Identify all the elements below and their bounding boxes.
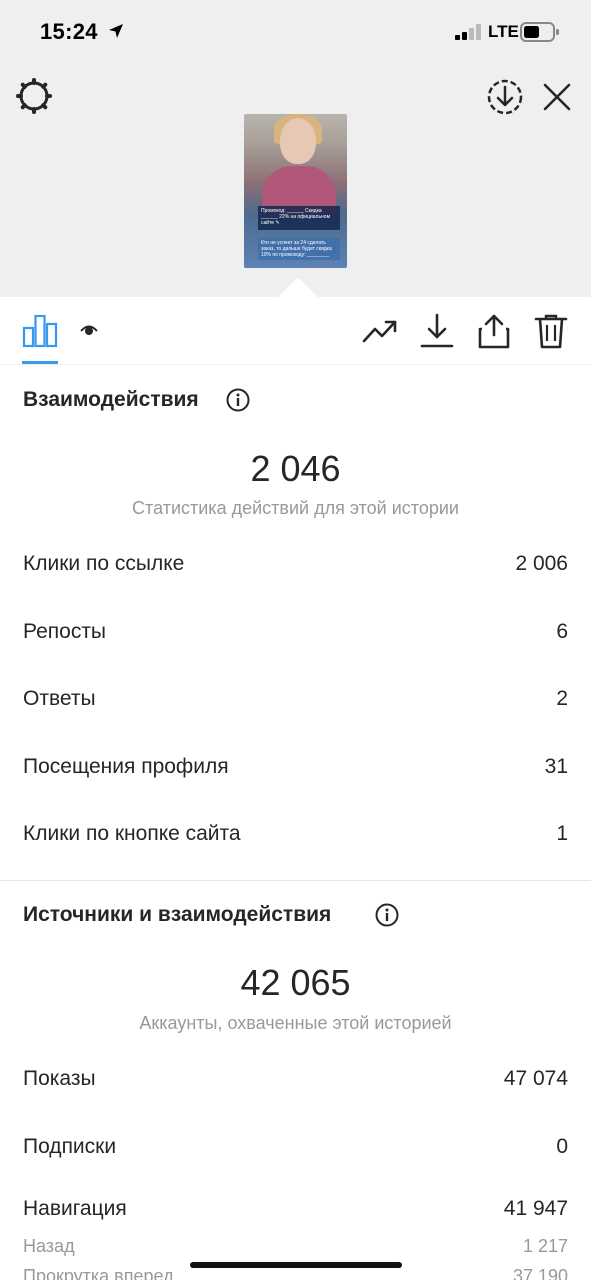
thumbnail-discount-text: Кто не успеет за 24 сделать заказ, то да… bbox=[258, 238, 340, 260]
story-toolbar bbox=[0, 297, 591, 365]
section-divider bbox=[0, 880, 591, 881]
stat-value: 0 bbox=[556, 1135, 568, 1158]
stat-row-shares: Репосты 6 bbox=[23, 620, 568, 650]
stat-row-follows: Подписки 0 bbox=[23, 1135, 568, 1165]
settings-icon[interactable] bbox=[14, 76, 54, 116]
info-icon[interactable] bbox=[375, 903, 399, 927]
stat-label: Посещения профиля bbox=[23, 755, 229, 778]
trash-icon[interactable] bbox=[533, 313, 569, 349]
stat-label: Клики по кнопке сайта bbox=[23, 822, 241, 845]
interactions-title: Взаимодействия bbox=[23, 388, 199, 411]
stat-row-navigation: Навигация 41 947 bbox=[23, 1197, 568, 1227]
discovery-title: Источники и взаимодействия bbox=[23, 903, 332, 926]
stat-row-website-clicks: Клики по кнопке сайта 1 bbox=[23, 822, 568, 852]
thumbnail-face bbox=[280, 118, 316, 164]
trend-icon[interactable] bbox=[362, 313, 398, 349]
stat-value: 6 bbox=[556, 620, 568, 643]
stat-label: Репосты bbox=[23, 620, 107, 643]
signal-icon bbox=[455, 24, 481, 40]
stat-label: Навигация bbox=[23, 1197, 127, 1220]
interactions-caption: Статистика действий для этой истории bbox=[132, 498, 459, 518]
story-header-area: 15:24 LTE Промокод: ______ Скидка ______… bbox=[0, 0, 591, 297]
stat-value: 2 bbox=[556, 687, 568, 710]
battery-icon bbox=[520, 22, 559, 42]
share-icon[interactable] bbox=[476, 313, 512, 349]
stat-value: 1 bbox=[556, 822, 568, 845]
insights-bar-icon[interactable] bbox=[22, 312, 58, 348]
close-icon[interactable] bbox=[538, 78, 576, 116]
stat-sub-value: 37 190 bbox=[512, 1266, 568, 1280]
stat-row-impressions: Показы 47 074 bbox=[23, 1067, 568, 1097]
stat-row-forward: Прокрутка вперед 37 190 bbox=[23, 1266, 568, 1280]
status-bar: 15:24 LTE bbox=[0, 0, 591, 64]
stat-label: Показы bbox=[23, 1067, 96, 1090]
stat-label: Клики по ссылке bbox=[23, 552, 185, 575]
stat-value: 31 bbox=[544, 755, 568, 778]
stat-row-profile-visits: Посещения профиля 31 bbox=[23, 755, 568, 785]
active-tab-indicator bbox=[22, 361, 58, 364]
download-circle-icon[interactable] bbox=[484, 76, 526, 118]
stat-sub-label: Назад bbox=[23, 1236, 75, 1256]
stat-value: 41 947 bbox=[503, 1197, 568, 1220]
location-arrow-icon bbox=[109, 24, 123, 38]
stat-label: Ответы bbox=[23, 687, 96, 710]
info-icon[interactable] bbox=[226, 388, 250, 412]
home-indicator[interactable] bbox=[190, 1262, 402, 1268]
network-type: LTE bbox=[488, 22, 519, 41]
stat-sub-value: 1 217 bbox=[522, 1236, 568, 1256]
discovery-caption: Аккаунты, охваченные этой историей bbox=[139, 1013, 452, 1033]
discovery-total: 42 065 bbox=[240, 962, 351, 1003]
stat-row-replies: Ответы 2 bbox=[23, 687, 568, 717]
story-thumbnail[interactable]: Промокод: ______ Скидка ______ 22% на оф… bbox=[244, 114, 347, 268]
stat-label: Подписки bbox=[23, 1135, 117, 1158]
stat-value: 47 074 bbox=[503, 1067, 568, 1090]
stat-value: 2 006 bbox=[515, 552, 568, 575]
thumbnail-promo-text: Промокод: ______ Скидка ______ 22% на оф… bbox=[258, 206, 340, 230]
eye-icon[interactable] bbox=[80, 323, 98, 337]
stat-sub-label: Прокрутка вперед bbox=[23, 1266, 174, 1280]
status-time: 15:24 bbox=[40, 19, 98, 44]
interactions-total: 2 046 bbox=[250, 448, 341, 489]
stat-row-link-clicks: Клики по ссылке 2 006 bbox=[23, 552, 568, 582]
download-icon[interactable] bbox=[419, 313, 455, 349]
